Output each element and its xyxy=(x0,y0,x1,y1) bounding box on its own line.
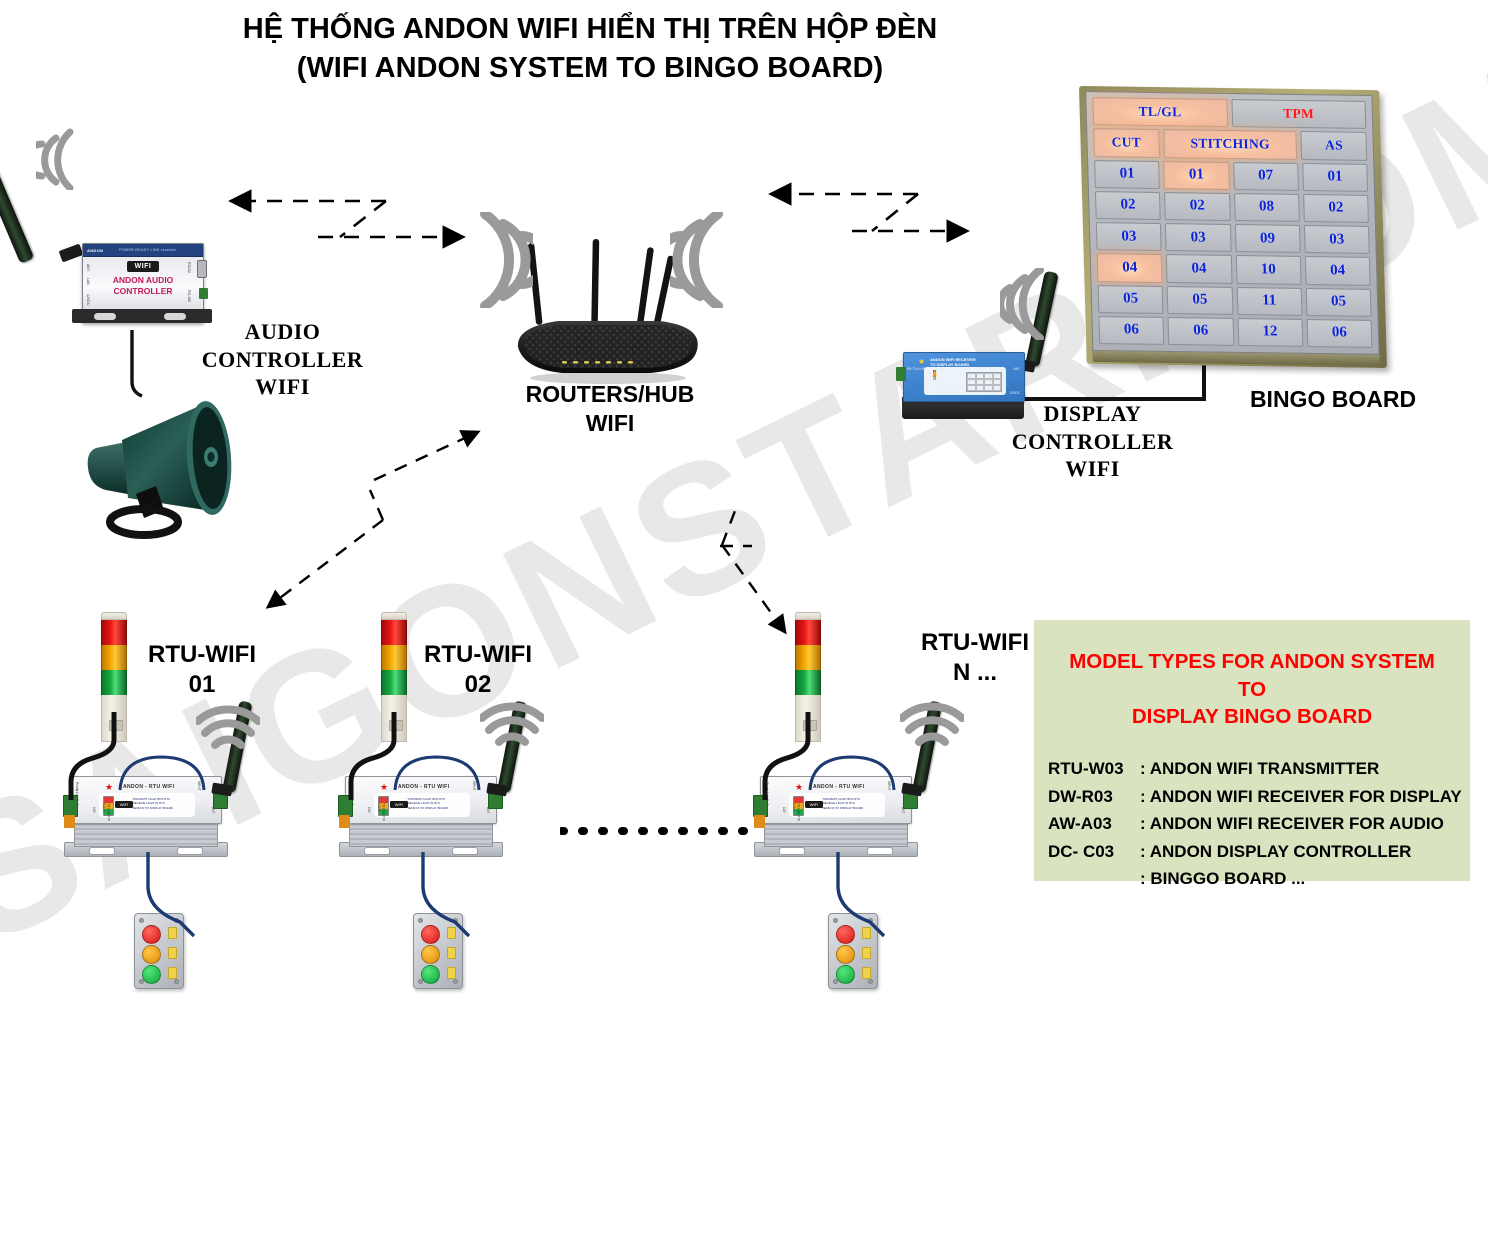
title-line-1: HỆ THỐNG ANDON WIFI HIỂN THỊ TRÊN HỘP ĐÈ… xyxy=(242,13,938,45)
dc-label-line-2: CONTROLLER WIFI xyxy=(1011,428,1174,482)
router-label-line-1: ROUTERS/HUB xyxy=(525,381,695,407)
legend-item-code xyxy=(1048,865,1140,893)
cable-rtu-to-buttonbox xyxy=(836,852,886,938)
rtu-power-label: 12V xyxy=(781,807,786,813)
bingo-board-label: BINGO BOARD xyxy=(1249,386,1417,412)
loop-wire xyxy=(808,755,896,791)
router-label: ROUTERS/HUB WIFI xyxy=(505,380,715,438)
legend-item-code: DC- C03 xyxy=(1048,841,1115,861)
legend-title: MODEL TYPES FOR ANDON SYSTEM TO DISPLAY … xyxy=(1034,620,1470,731)
tower-light-amber xyxy=(795,645,821,670)
button-tag-green xyxy=(862,967,871,979)
rtu-label-line-2: N ... xyxy=(952,659,997,686)
legend-item-list: RTU-W03 : ANDON WIFI TRANSMITTER DW-R03 : A… xyxy=(1048,755,1470,893)
legend-item: DC- C03 : ANDON DISPLAY CONTROLLER xyxy=(1048,838,1470,866)
display-controller-label: DISPLAY CONTROLLER WIFI xyxy=(985,400,1200,483)
audio-label-line-2: CONTROLLER WIFI xyxy=(201,346,364,400)
tower-light-green xyxy=(795,670,821,695)
dc-label-line-1: DISPLAY xyxy=(1043,401,1142,426)
page-title: HỆ THỐNG ANDON WIFI HIỂN THỊ TRÊN HỘP ĐÈ… xyxy=(0,10,1180,88)
legend-item-desc: : BINGGO BOARD ... xyxy=(1140,869,1306,889)
tower-light-red xyxy=(795,620,821,645)
legend-title-line-1: MODEL TYPES FOR ANDON SYSTEM TO xyxy=(1069,650,1435,701)
router-label-line-2: WIFI xyxy=(585,409,635,436)
push-button-green[interactable] xyxy=(836,965,855,984)
legend-item-desc: : ANDON WIFI RECEIVER FOR DISPLAY xyxy=(1140,786,1462,806)
legend-item: AW-A03 : ANDON WIFI RECEIVER FOR AUDIO xyxy=(1048,810,1470,838)
title-line-2: (WIFI ANDON SYSTEM TO BINGO BOARD) xyxy=(296,52,884,85)
legend-item-desc: : ANDON WIFI TRANSMITTER xyxy=(1140,759,1380,779)
tower-cap xyxy=(795,612,821,620)
rtu-label-line-1: RTU-WIFI xyxy=(921,629,1029,656)
audio-label-line-1: AUDIO xyxy=(244,319,321,344)
legend-item-desc: : ANDON WIFI RECEIVER FOR AUDIO xyxy=(1140,814,1444,834)
audio-controller-label: AUDIO CONTROLLER WIFI xyxy=(175,318,390,401)
legend-item: : BINGGO BOARD ... xyxy=(1048,865,1470,893)
legend-item-desc: : ANDON DISPLAY CONTROLLER xyxy=(1140,841,1412,861)
legend-item: DW-R03 : ANDON WIFI RECEIVER FOR DISPLAY xyxy=(1048,783,1470,811)
continuation-dotted-line xyxy=(560,827,760,835)
rtu-station-label: RTU-WIFI N ... xyxy=(905,628,1045,688)
legend-item-code: DW-R03 xyxy=(1048,786,1113,806)
rtu-io-label: TO LIGHT R Y G N xyxy=(791,803,801,821)
wifi-waves-rtu-icon xyxy=(900,692,964,750)
legend-panel: MODEL TYPES FOR ANDON SYSTEM TO DISPLAY … xyxy=(1034,620,1470,888)
rtu-panel-line-3: : SEND ID TO DISPLAY BOARD xyxy=(821,805,863,810)
legend-item: RTU-W03 : ANDON WIFI TRANSMITTER xyxy=(1048,755,1470,783)
legend-item-code: AW-A03 xyxy=(1048,814,1112,834)
legend-title-line-2: DISPLAY BINGO BOARD xyxy=(1131,705,1373,729)
legend-item-code: RTU-W03 xyxy=(1048,759,1124,779)
